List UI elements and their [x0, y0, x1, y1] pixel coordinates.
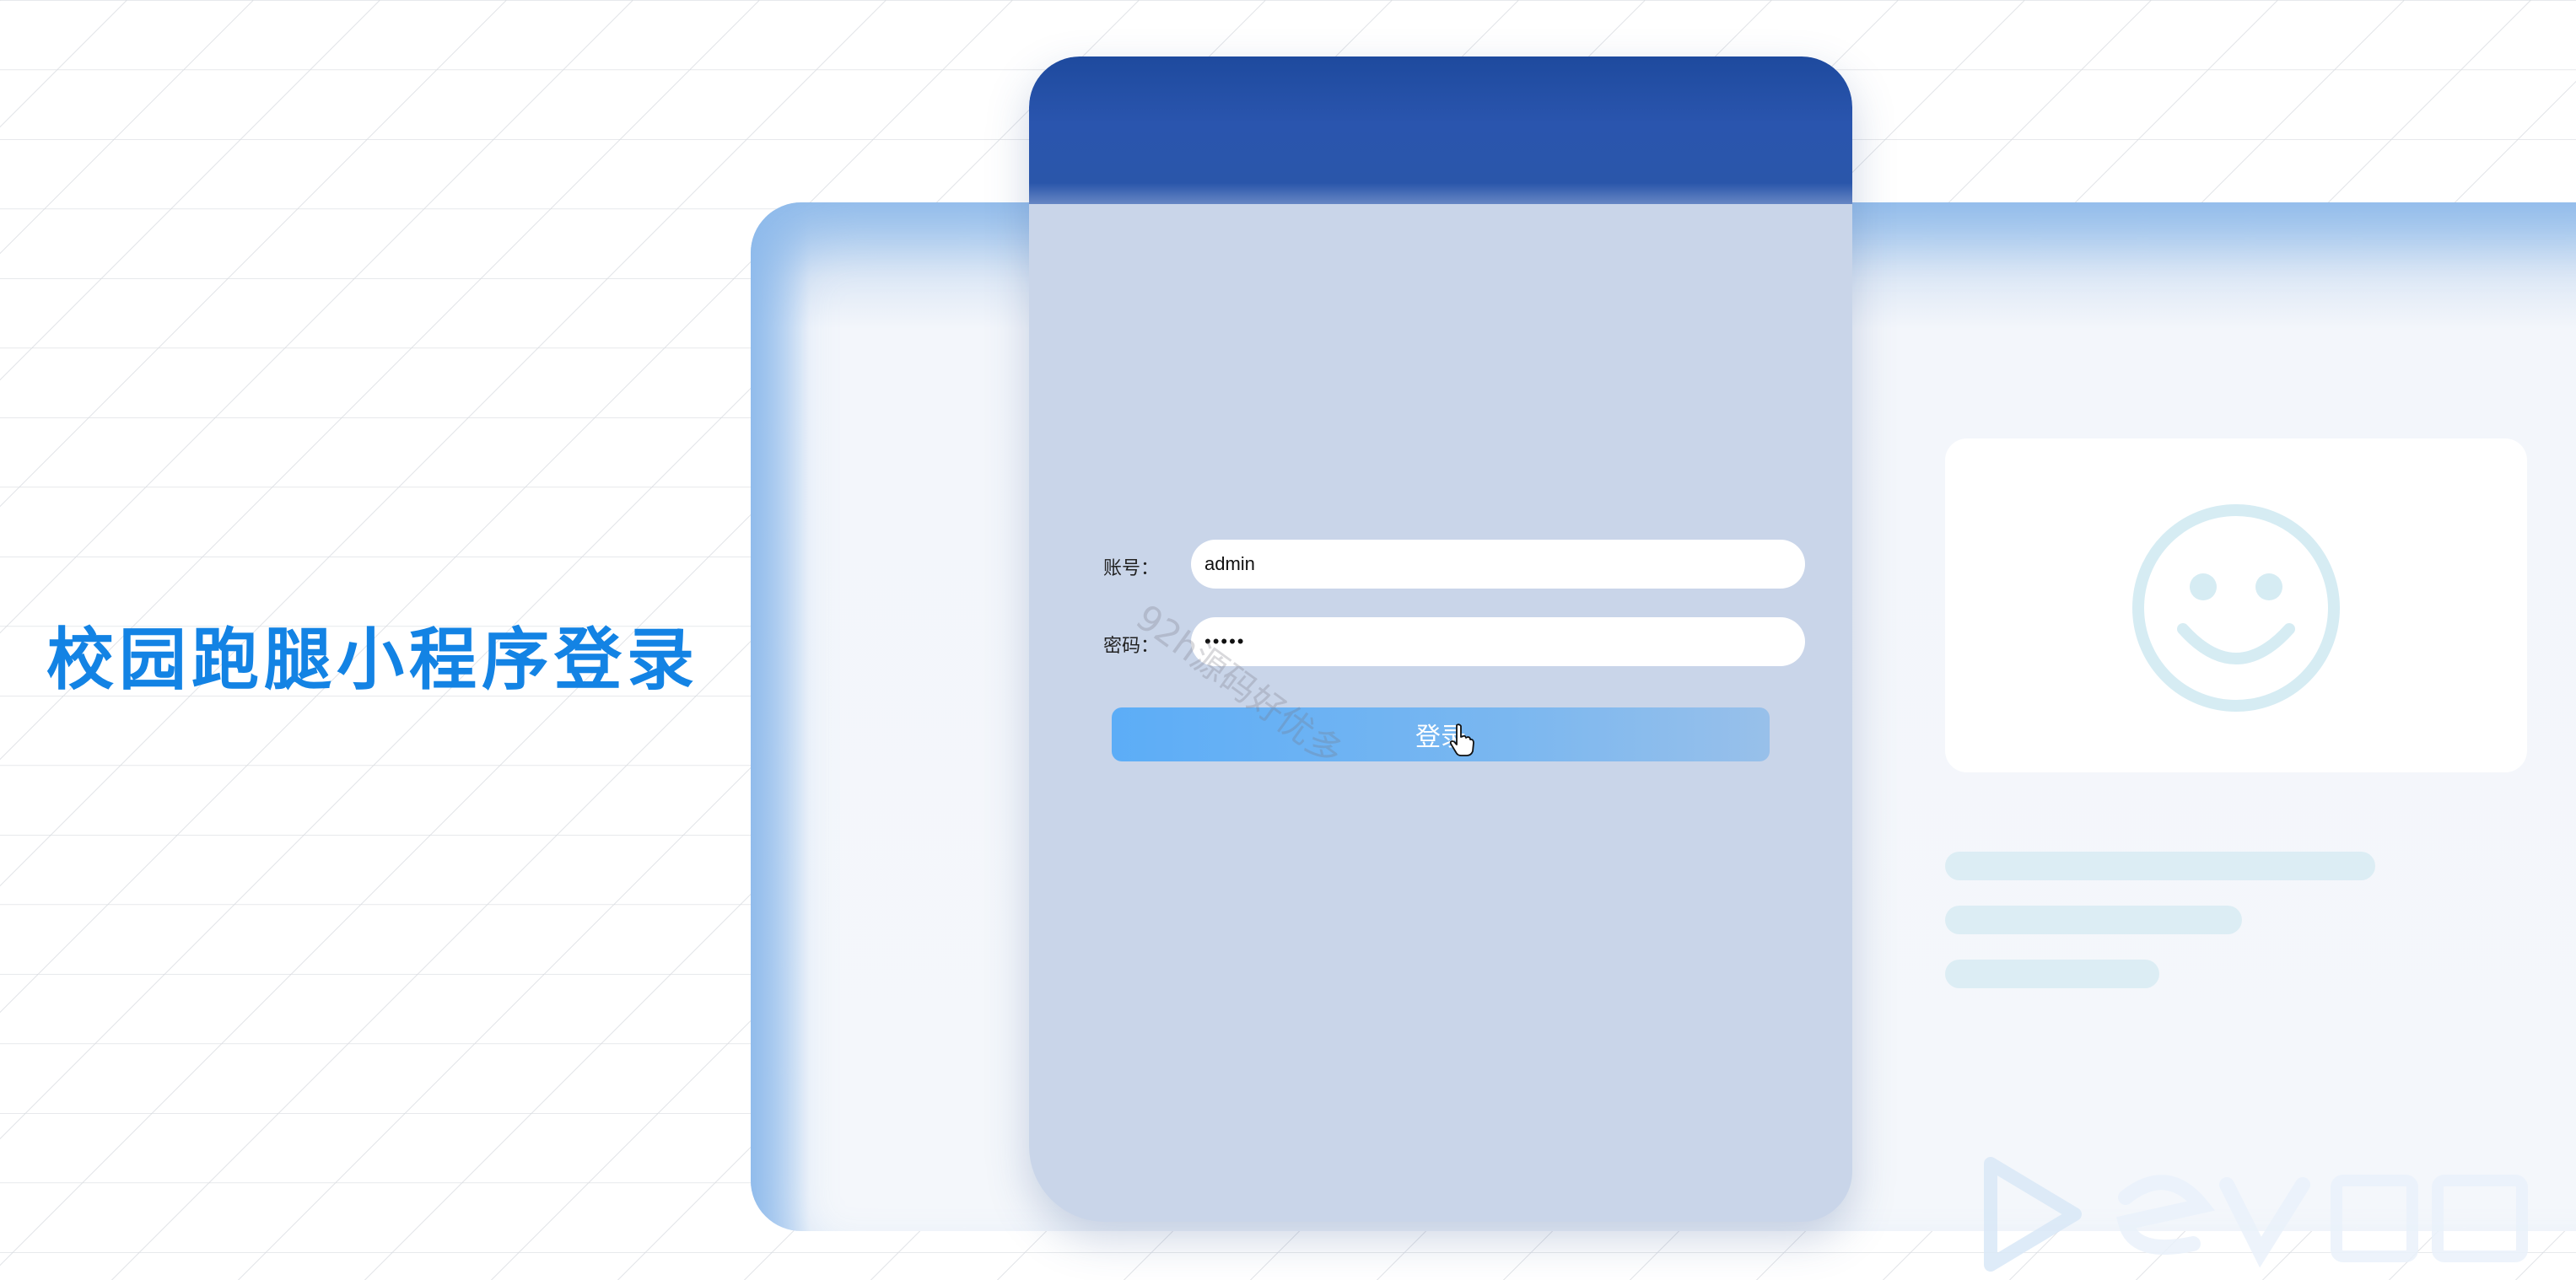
login-card-header	[1029, 56, 1852, 204]
panel-edge-highlight	[751, 202, 810, 1231]
placeholder-text-line	[1945, 906, 2242, 934]
page-title: 校园跑腿小程序登录	[46, 621, 699, 699]
placeholder-text-line	[1945, 852, 2375, 880]
account-label: 账号：	[1103, 558, 1160, 579]
pointer-cursor-icon	[1449, 723, 1474, 756]
account-input[interactable]	[1191, 540, 1805, 589]
placeholder-text-line	[1945, 960, 2159, 988]
login-button[interactable]: 登录	[1112, 707, 1770, 761]
illustration-card	[1945, 438, 2527, 772]
password-input[interactable]	[1191, 617, 1805, 666]
smiley-icon	[2132, 504, 2340, 712]
brand-logo-icon	[1984, 1157, 2528, 1272]
